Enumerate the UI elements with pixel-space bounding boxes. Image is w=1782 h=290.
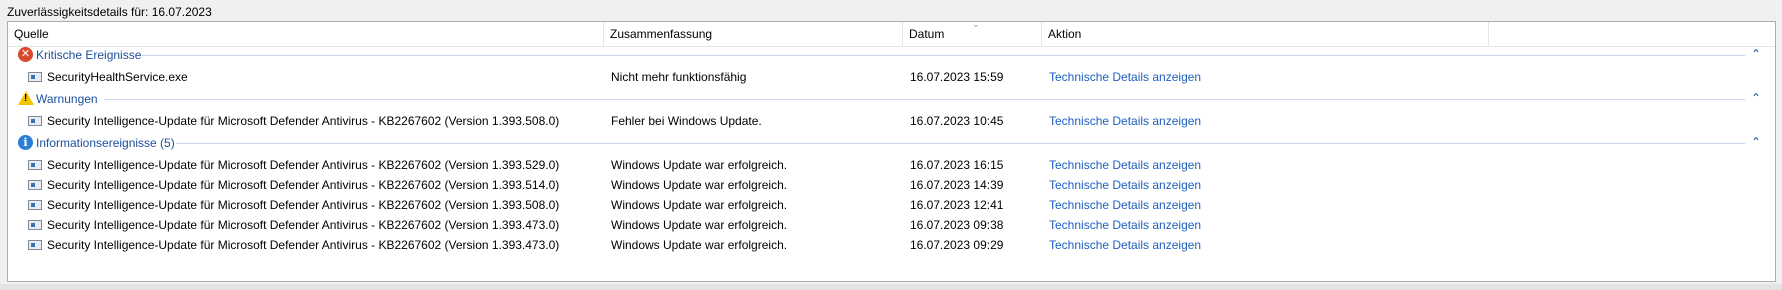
group-label: Informationsereignisse (5) bbox=[36, 136, 175, 150]
window-bottom-edge bbox=[0, 284, 1782, 290]
list-header: Quelle Zusammenfassung Datum Aktion ⌄ bbox=[8, 19, 1775, 47]
source-cell: Security Intelligence-Update für Microso… bbox=[47, 218, 560, 232]
list-item[interactable]: Security Intelligence-Update für Microso… bbox=[8, 195, 1775, 215]
column-header-summary[interactable]: Zusammenfassung bbox=[604, 22, 903, 46]
application-icon bbox=[28, 180, 42, 190]
column-header-source[interactable]: Quelle bbox=[8, 22, 604, 46]
collapse-chevron-icon[interactable]: ⌃ bbox=[1751, 47, 1761, 61]
list-item[interactable]: Security Intelligence-Update für Microso… bbox=[8, 235, 1775, 255]
sort-descending-icon: ⌄ bbox=[972, 19, 980, 29]
error-icon: ✕ bbox=[18, 47, 33, 62]
group-critical-events[interactable]: ✕ Kritische Ereignisse ⌃ bbox=[8, 45, 1775, 65]
collapse-chevron-icon[interactable]: ⌃ bbox=[1751, 135, 1761, 149]
application-icon bbox=[28, 220, 42, 230]
page-title: Zuverlässigkeitsdetails für: 16.07.2023 bbox=[7, 5, 212, 19]
summary-cell: Windows Update war erfolgreich. bbox=[611, 178, 788, 192]
group-label: Warnungen bbox=[36, 92, 98, 106]
date-cell: 16.07.2023 09:29 bbox=[910, 238, 1004, 252]
technical-details-link[interactable]: Technische Details anzeigen bbox=[1049, 215, 1201, 235]
source-cell: Security Intelligence-Update für Microso… bbox=[47, 238, 560, 252]
date-cell: 16.07.2023 10:45 bbox=[910, 114, 1004, 128]
summary-cell: Fehler bei Windows Update. bbox=[611, 114, 762, 128]
source-cell: Security Intelligence-Update für Microso… bbox=[47, 158, 560, 172]
date-cell: 16.07.2023 12:41 bbox=[910, 198, 1004, 212]
application-icon bbox=[28, 200, 42, 210]
summary-cell: Windows Update war erfolgreich. bbox=[611, 218, 788, 232]
summary-cell: Windows Update war erfolgreich. bbox=[611, 158, 788, 172]
list-item[interactable]: Security Intelligence-Update für Microso… bbox=[8, 155, 1775, 175]
info-icon: i bbox=[18, 135, 33, 150]
group-information-events[interactable]: i Informationsereignisse (5) ⌃ bbox=[8, 133, 1775, 153]
application-icon bbox=[28, 116, 42, 126]
collapse-chevron-icon[interactable]: ⌃ bbox=[1751, 91, 1761, 105]
technical-details-link[interactable]: Technische Details anzeigen bbox=[1049, 195, 1201, 215]
date-cell: 16.07.2023 15:59 bbox=[910, 70, 1004, 84]
source-cell: Security Intelligence-Update für Microso… bbox=[47, 114, 560, 128]
application-icon bbox=[28, 72, 42, 82]
warning-icon: ! bbox=[18, 91, 34, 105]
technical-details-link[interactable]: Technische Details anzeigen bbox=[1049, 235, 1201, 255]
summary-cell: Windows Update war erfolgreich. bbox=[611, 198, 788, 212]
technical-details-link[interactable]: Technische Details anzeigen bbox=[1049, 111, 1201, 131]
technical-details-link[interactable]: Technische Details anzeigen bbox=[1049, 175, 1201, 195]
date-cell: 16.07.2023 14:39 bbox=[910, 178, 1004, 192]
group-divider bbox=[142, 55, 1745, 56]
application-icon bbox=[28, 240, 42, 250]
date-cell: 16.07.2023 09:38 bbox=[910, 218, 1004, 232]
source-cell: Security Intelligence-Update für Microso… bbox=[47, 198, 560, 212]
application-icon bbox=[28, 160, 42, 170]
list-item[interactable]: Security Intelligence-Update für Microso… bbox=[8, 175, 1775, 195]
group-warnings[interactable]: ! Warnungen ⌃ bbox=[8, 89, 1775, 109]
group-label: Kritische Ereignisse bbox=[36, 48, 142, 62]
source-cell: Security Intelligence-Update für Microso… bbox=[47, 178, 560, 192]
column-header-action[interactable]: Aktion bbox=[1042, 22, 1489, 46]
technical-details-link[interactable]: Technische Details anzeigen bbox=[1049, 155, 1201, 175]
summary-cell: Nicht mehr funktionsfähig bbox=[611, 70, 747, 84]
reliability-details-list: Quelle Zusammenfassung Datum Aktion ⌄ ✕ … bbox=[7, 19, 1776, 282]
summary-cell: Windows Update war erfolgreich. bbox=[611, 238, 788, 252]
date-cell: 16.07.2023 16:15 bbox=[910, 158, 1004, 172]
group-divider bbox=[176, 143, 1745, 144]
technical-details-link[interactable]: Technische Details anzeigen bbox=[1049, 67, 1201, 87]
group-divider bbox=[104, 99, 1745, 100]
list-item[interactable]: SecurityHealthService.exe Nicht mehr fun… bbox=[8, 67, 1775, 87]
list-item[interactable]: Security Intelligence-Update für Microso… bbox=[8, 215, 1775, 235]
list-item[interactable]: Security Intelligence-Update für Microso… bbox=[8, 111, 1775, 131]
source-cell: SecurityHealthService.exe bbox=[47, 70, 188, 84]
